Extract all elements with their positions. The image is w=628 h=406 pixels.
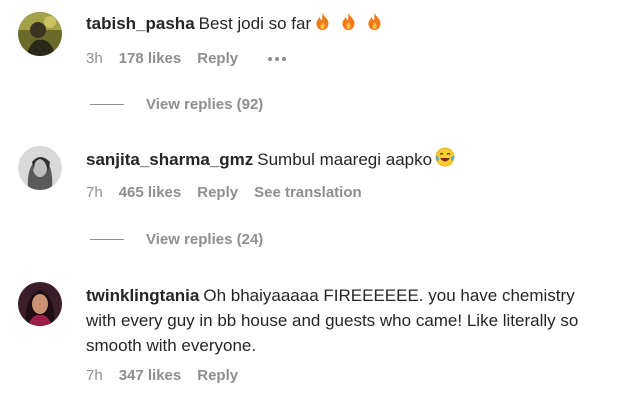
avatar[interactable] [18, 146, 62, 190]
reply-button[interactable]: Reply [197, 50, 238, 67]
divider-line [90, 104, 124, 105]
fire-icon [314, 12, 331, 38]
like-count[interactable]: 465 likes [119, 184, 182, 201]
view-replies-button[interactable]: View replies (92) [90, 96, 263, 113]
comment-time: 7h [86, 367, 103, 384]
reply-button[interactable]: Reply [197, 367, 238, 384]
comment-time: 3h [86, 50, 103, 67]
more-options-icon[interactable] [268, 56, 287, 61]
fire-icon [340, 12, 357, 38]
comment-body: twinklingtania Oh bhaiyaaaaa FIREEEEEE. y… [86, 283, 606, 358]
comment-username[interactable]: sanjita_sharma_gmz [86, 150, 253, 169]
view-replies-label[interactable]: View replies (92) [146, 96, 263, 113]
like-count[interactable]: 178 likes [119, 50, 182, 67]
comment-body: tabish_pasha Best jodi so far [86, 11, 616, 38]
comment-username[interactable]: tabish_pasha [86, 14, 195, 33]
comment-text: Sumbul maaregi aapko [257, 150, 433, 169]
comment-time: 7h [86, 184, 103, 201]
reply-button[interactable]: Reply [197, 184, 238, 201]
avatar[interactable] [18, 12, 62, 56]
see-translation-button[interactable]: See translation [254, 184, 362, 201]
avatar[interactable] [18, 282, 62, 326]
divider-line [90, 239, 124, 240]
comment-meta: 7h 347 likes Reply [86, 367, 254, 384]
view-replies-button[interactable]: View replies (24) [90, 231, 263, 248]
like-count[interactable]: 347 likes [119, 367, 182, 384]
comment-meta: 7h 465 likes Reply See translation [86, 184, 378, 201]
fire-icon [366, 12, 383, 38]
comment-meta: 3h 178 likes Reply [86, 50, 302, 67]
comment-username[interactable]: twinklingtania [86, 286, 199, 305]
laughing-tears-icon [435, 147, 455, 174]
view-replies-label[interactable]: View replies (24) [146, 231, 263, 248]
comment-text: Best jodi so far [198, 14, 312, 33]
comment-body: sanjita_sharma_gmz Sumbul maaregi aapko [86, 147, 616, 174]
